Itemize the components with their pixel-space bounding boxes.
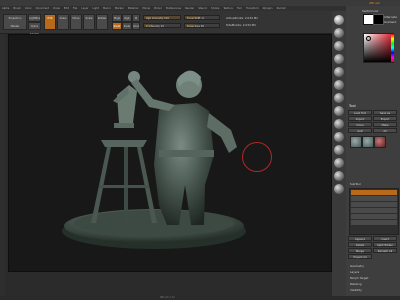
top-shelf: Projection Master LightBox Quick Sketch … [0,11,332,36]
geometry-header[interactable]: Geometry [350,264,364,268]
layers-header[interactable]: Layers [350,270,359,274]
goz-button[interactable]: GoZ [348,128,372,133]
brush-cursor [242,142,272,172]
subtool-list[interactable] [349,188,399,235]
scale-button[interactable]: Scale [83,14,95,30]
subtool-item[interactable] [351,220,397,225]
morph-target-header[interactable]: Morph Target [350,276,368,280]
tool-palette-header[interactable]: Tool [349,104,356,108]
zsub-button[interactable]: Zsub [122,22,132,30]
material-sphere-icon[interactable] [334,171,344,181]
subtool-item[interactable] [351,196,397,201]
tool-thumbnail-icon[interactable] [350,136,362,148]
sculpt-model [62,70,246,249]
material-sphere-icon[interactable] [334,67,344,77]
rgb-button[interactable]: Rgb [122,14,132,22]
subtool-header[interactable]: SubTool [350,182,361,186]
zadd-button[interactable]: Zadd [112,22,122,30]
material-sphere-icon[interactable] [334,80,344,90]
move-button[interactable]: Move [70,14,82,30]
all-button[interactable]: All [373,128,397,133]
gradient-label[interactable]: Gradient [384,20,396,24]
insert-button[interactable]: Insert [373,236,397,241]
document-canvas[interactable] [8,34,332,272]
draw-button[interactable]: Draw [57,14,69,30]
quick-sketch-button[interactable]: Quick Sketch [28,22,41,36]
material-sphere-icon[interactable] [334,158,344,168]
hue-slider[interactable] [391,34,394,62]
project-all-button[interactable]: Project All [348,254,372,259]
alternate-label[interactable]: Alternate [384,15,397,19]
lightbox-button[interactable]: LightBox [28,14,41,22]
switch-color-label[interactable]: SwitchColor [362,9,379,13]
material-sphere-icon[interactable] [334,41,344,51]
focal-shift-slider[interactable]: Focal Shift -6 [184,15,220,20]
total-points-label: TotalPoints: 2.034 Mil [226,23,256,27]
secondary-color-swatch[interactable] [373,14,384,25]
subtool-item-selected[interactable] [351,190,397,195]
rgb-intensity-slider[interactable]: Rgb Intensity 100 [143,15,181,20]
save-as-button[interactable]: Save As [373,110,397,115]
m-button[interactable]: M [132,14,140,22]
make-polymesh-button[interactable]: Make PolyMesh3D [373,122,397,132]
clone-button[interactable]: Clone [348,122,372,127]
material-sphere-icon[interactable] [334,119,344,129]
edit-button[interactable]: Edit [44,14,56,30]
standard-brush-icon[interactable] [334,15,344,25]
projection-master-button[interactable]: Projection Master [3,14,27,30]
material-sphere-icon[interactable] [334,93,344,103]
material-sphere-icon[interactable] [334,184,344,194]
draw-size-slider[interactable]: Draw Size 50 [184,23,220,28]
tool-thumbnail-icon[interactable] [362,136,374,148]
active-points-label: ActivePoints: 2.034 Mil [226,16,258,20]
left-tray [0,34,5,296]
import-button[interactable]: Import [348,116,372,121]
subtool-item[interactable] [351,214,397,219]
subtool-item[interactable] [351,202,397,207]
zcut-button[interactable]: Zcut [132,22,140,30]
append-button[interactable]: Append [348,236,372,241]
tool-thumbnail-icon[interactable] [374,136,386,148]
color-picker-handle[interactable] [366,36,371,41]
export-button[interactable]: Export [373,116,397,121]
delete-button[interactable]: Delete [348,242,372,247]
color-picker[interactable] [363,33,394,63]
masking-header[interactable]: Masking [350,282,362,286]
mrgb-button[interactable]: Mrgb [112,14,122,22]
material-sphere-icon[interactable] [334,145,344,155]
bottom-bar: ZBrush 3.12 [0,296,400,300]
material-sphere-icon[interactable] [334,54,344,64]
load-tool-button[interactable]: Load Tool [348,110,372,115]
visibility-header[interactable]: Visibility [350,288,362,292]
split-hidden-button[interactable]: Split Hidden [373,242,397,247]
rotate-button[interactable]: Rotate [96,14,108,30]
remesh-all-button[interactable]: Remesh All [373,248,397,253]
material-sphere-icon[interactable] [334,106,344,116]
footer-text: ZBrush 3.12 [160,296,175,299]
material-sphere-icon[interactable] [334,132,344,142]
merge-button[interactable]: Merge [348,248,372,253]
material-icon-column [332,11,346,296]
subtool-item[interactable] [351,208,397,213]
z-intensity-slider[interactable]: Z Intensity 25 [143,23,181,28]
material-sphere-icon[interactable] [334,28,344,38]
